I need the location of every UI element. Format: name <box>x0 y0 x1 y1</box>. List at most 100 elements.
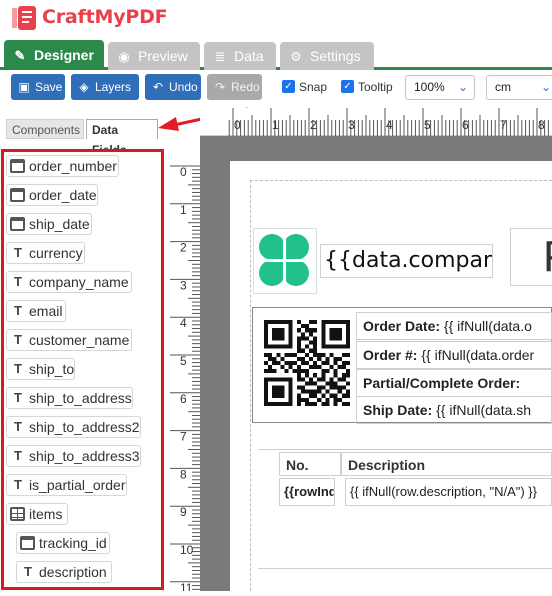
vertical-ruler-ticks: 0 1 2 3 4 5 6 7 8 9 10 11 <box>170 165 200 595</box>
ruler-label: 7 <box>180 430 187 444</box>
ruler-label: 4 <box>180 316 187 330</box>
field-ship-to-address3[interactable]: Tship_to_address3 <box>6 445 141 467</box>
field-currency[interactable]: Tcurrency <box>6 242 85 264</box>
redo-button[interactable]: ↷ Redo <box>207 74 262 100</box>
tab-preview[interactable]: ◉ Preview <box>108 42 200 70</box>
ruler-label: 5 <box>424 118 431 132</box>
text-type-icon: T <box>24 564 32 579</box>
undo-button[interactable]: ↶ Undo <box>145 74 201 100</box>
main-tabs: ✎ Designer ◉ Preview ≣ Data ⚙ Settings <box>0 38 552 70</box>
field-ship-date[interactable]: ship_date <box>6 213 92 235</box>
ruler-label: 4 <box>386 118 393 132</box>
field-ship-to-address[interactable]: Tship_to_address <box>6 387 133 409</box>
field-label: is_partial_order <box>29 477 126 493</box>
field-order-number[interactable]: order_number <box>6 155 119 177</box>
field-label: ship_to_address3 <box>29 448 140 464</box>
ruler-label: 5 <box>180 354 187 368</box>
ship-date-row[interactable]: Ship Date: {{ ifNull(data.sh <box>356 396 552 424</box>
ruler-label: 8 <box>180 467 187 481</box>
zoom-select[interactable]: 100% ⌄ <box>405 75 475 100</box>
gears-icon: ⚙ <box>290 49 302 64</box>
text-type-icon: T <box>14 477 22 492</box>
order-date-row[interactable]: Order Date: {{ ifNull(data.o <box>356 312 552 340</box>
tooltip-label: Tooltip <box>358 80 393 94</box>
field-company-name[interactable]: Tcompany_name <box>6 271 132 293</box>
partial-order-row[interactable]: Partial/Complete Order: <box>356 369 552 397</box>
items-table-top-border <box>258 449 552 450</box>
field-label: ship_to_address2 <box>29 419 140 435</box>
field-label: email <box>29 303 63 319</box>
ruler-label: 0 <box>234 118 241 132</box>
row-index-cell[interactable]: {{rowInd <box>279 478 335 506</box>
eye-icon: ◉ <box>118 49 130 64</box>
calendar-icon <box>10 159 25 173</box>
app-header: CraftMyPDF <box>0 0 552 36</box>
field-label: currency <box>29 245 83 261</box>
field-label: customer_name <box>29 332 130 348</box>
text-type-icon: T <box>14 245 22 260</box>
table-icon <box>10 507 25 521</box>
ruler-label: 0 <box>180 165 187 179</box>
unit-select[interactable]: cm ⌄ <box>486 75 552 100</box>
snap-checkbox[interactable]: ✓ <box>282 80 295 93</box>
field-order-date[interactable]: order_date <box>6 184 98 206</box>
calendar-icon <box>10 217 25 231</box>
field-label: company_name <box>29 274 129 290</box>
text-type-icon: T <box>14 274 22 289</box>
field-label: ship_to <box>29 361 75 377</box>
column-header-no: No. <box>279 452 341 476</box>
undo-icon: ↶ <box>152 80 164 94</box>
save-button[interactable]: ▣ Save <box>11 74 65 100</box>
text-type-icon: T <box>14 303 22 318</box>
tab-components[interactable]: Components <box>6 119 84 139</box>
field-is-partial-order[interactable]: Tis_partial_order <box>6 474 127 496</box>
field-ship-to-address2[interactable]: Tship_to_address2 <box>6 416 141 438</box>
horizontal-ruler-ticks: 0 1 2 3 4 5 6 7 8 <box>228 108 549 136</box>
ruler-label: 1 <box>272 118 279 132</box>
company-name-field[interactable]: {{data.company_ <box>320 244 493 278</box>
tab-data[interactable]: ≣ Data <box>204 42 276 70</box>
designer-toolbar: ▣ Save ◈ Layers ↶ Undo ↷ Redo ✓ Snap ✓ Toolt… <box>0 70 552 106</box>
field-customer-name[interactable]: Tcustomer_name <box>6 329 132 351</box>
layers-button[interactable]: ◈ Layers <box>71 74 139 100</box>
chevron-down-icon: ⌄ <box>540 80 551 94</box>
ruler-label: 10 <box>180 543 194 557</box>
ruler-label: 8 <box>538 118 545 132</box>
column-header-description: Description <box>341 452 552 476</box>
qr-code-icon[interactable] <box>264 320 350 406</box>
ruler-label: 9 <box>180 505 187 519</box>
field-label: order_number <box>29 158 117 174</box>
text-type-icon: T <box>14 419 22 434</box>
field-ship-to[interactable]: Tship_to <box>6 358 75 380</box>
document-title-element[interactable]: P <box>510 228 552 286</box>
field-tracking-id[interactable]: tracking_id <box>16 532 110 554</box>
snap-label: Snap <box>299 80 328 94</box>
company-logo-icon <box>258 234 312 288</box>
pencil-icon: ✎ <box>14 48 26 63</box>
text-type-icon: T <box>14 448 22 463</box>
text-type-icon: T <box>14 361 22 376</box>
field-email[interactable]: Temail <box>6 300 66 322</box>
tooltip-checkbox[interactable]: ✓ <box>341 80 354 93</box>
field-description[interactable]: Tdescription <box>16 561 112 583</box>
text-type-icon: T <box>14 390 22 405</box>
vertical-ruler: 0 1 2 3 4 5 6 7 8 9 10 11 <box>168 136 200 595</box>
app-logo-text: CraftMyPDF <box>42 6 168 28</box>
redo-icon: ↷ <box>214 80 226 94</box>
calendar-icon <box>20 536 35 550</box>
text-type-icon: T <box>14 332 22 347</box>
layers-icon: ◈ <box>79 80 89 94</box>
tab-settings[interactable]: ⚙ Settings <box>280 42 374 70</box>
field-label: tracking_id <box>39 535 107 551</box>
items-table-bottom-border <box>258 568 552 569</box>
company-logo-element[interactable] <box>253 228 317 294</box>
ruler-label: 11 <box>180 581 193 591</box>
ruler-label: 2 <box>310 118 317 132</box>
field-items[interactable]: items <box>6 503 68 525</box>
tab-designer[interactable]: ✎ Designer <box>4 40 104 70</box>
horizontal-ruler: 0 1 2 3 4 5 6 7 8 <box>200 108 552 136</box>
chevron-down-icon: ⌄ <box>457 80 468 94</box>
tab-data-fields[interactable]: Data Fields <box>86 119 158 157</box>
description-cell[interactable]: {{ ifNull(row.description, "N/A") }} <box>345 478 552 506</box>
order-number-row[interactable]: Order #: {{ ifNull(data.order <box>356 341 552 369</box>
